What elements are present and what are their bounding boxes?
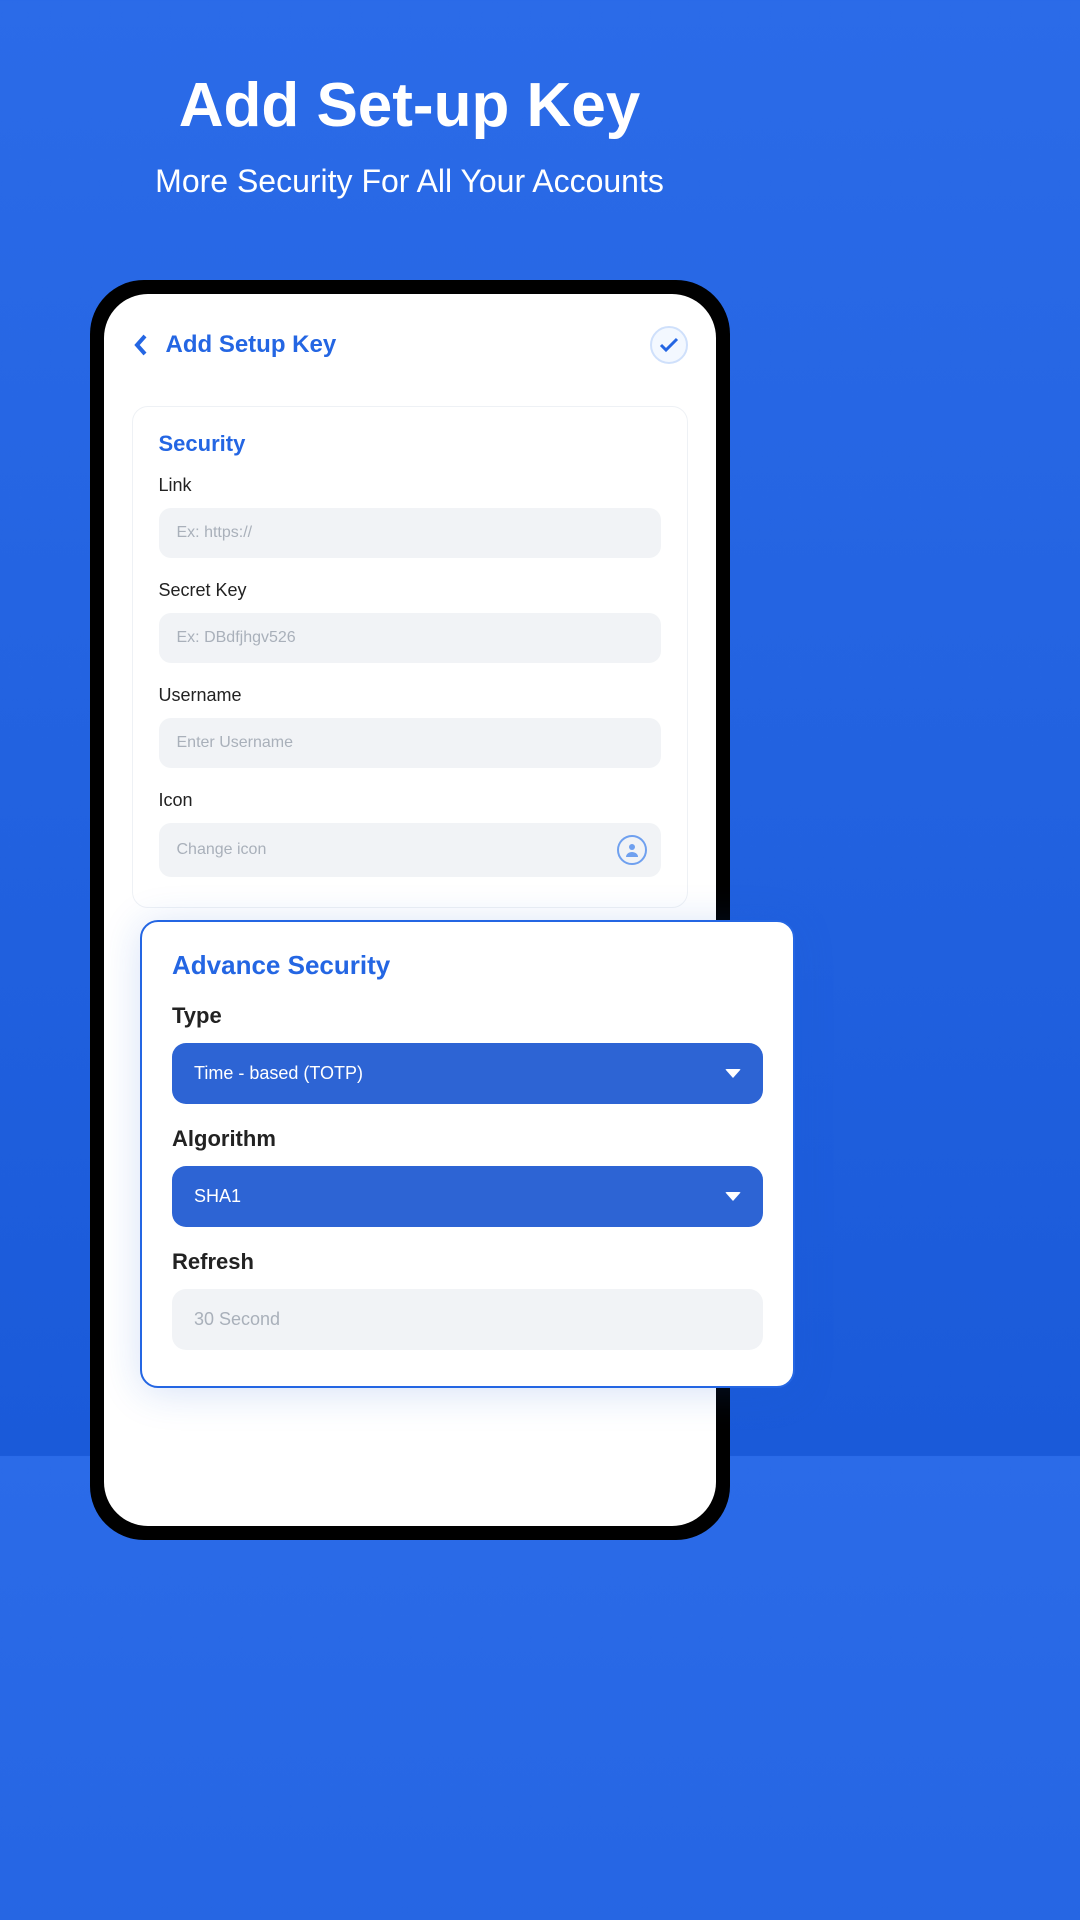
- username-input[interactable]: [159, 718, 661, 768]
- link-label: Link: [159, 475, 661, 496]
- advance-security-card: Advance Security Type Time - based (TOTP…: [140, 920, 795, 1388]
- link-input[interactable]: [159, 508, 661, 558]
- secret-key-field: Secret Key: [159, 580, 661, 663]
- icon-label: Icon: [159, 790, 661, 811]
- icon-selector-text: Change icon: [177, 841, 267, 859]
- username-field: Username: [159, 685, 661, 768]
- hero-title: Add Set-up Key: [0, 0, 819, 141]
- type-select[interactable]: Time - based (TOTP): [172, 1043, 763, 1104]
- security-card-title: Security: [159, 431, 661, 457]
- algorithm-select[interactable]: SHA1: [172, 1166, 763, 1227]
- header-left: Add Setup Key: [132, 331, 337, 359]
- icon-selector[interactable]: Change icon: [159, 823, 661, 877]
- type-select-value: Time - based (TOTP): [194, 1063, 363, 1084]
- caret-down-icon: [725, 1192, 741, 1201]
- link-field: Link: [159, 475, 661, 558]
- caret-down-icon: [725, 1069, 741, 1078]
- secret-key-label: Secret Key: [159, 580, 661, 601]
- algorithm-field: Algorithm SHA1: [172, 1126, 763, 1227]
- refresh-label: Refresh: [172, 1249, 763, 1275]
- type-label: Type: [172, 1003, 763, 1029]
- type-field: Type Time - based (TOTP): [172, 1003, 763, 1104]
- icon-field: Icon Change icon: [159, 790, 661, 877]
- avatar-icon: [617, 835, 647, 865]
- confirm-button[interactable]: [650, 326, 688, 364]
- advance-card-title: Advance Security: [172, 950, 763, 981]
- chevron-left-icon: [134, 334, 148, 356]
- hero-subtitle: More Security For All Your Accounts: [0, 163, 819, 200]
- app-header: Add Setup Key: [132, 326, 688, 364]
- page-title: Add Setup Key: [166, 331, 337, 359]
- refresh-field: Refresh 30 Second: [172, 1249, 763, 1350]
- secret-key-input[interactable]: [159, 613, 661, 663]
- security-card: Security Link Secret Key Username Icon C…: [132, 406, 688, 908]
- username-label: Username: [159, 685, 661, 706]
- algorithm-label: Algorithm: [172, 1126, 763, 1152]
- refresh-value[interactable]: 30 Second: [172, 1289, 763, 1350]
- algorithm-select-value: SHA1: [194, 1186, 241, 1207]
- back-button[interactable]: [132, 331, 150, 359]
- checkmark-icon: [659, 337, 679, 353]
